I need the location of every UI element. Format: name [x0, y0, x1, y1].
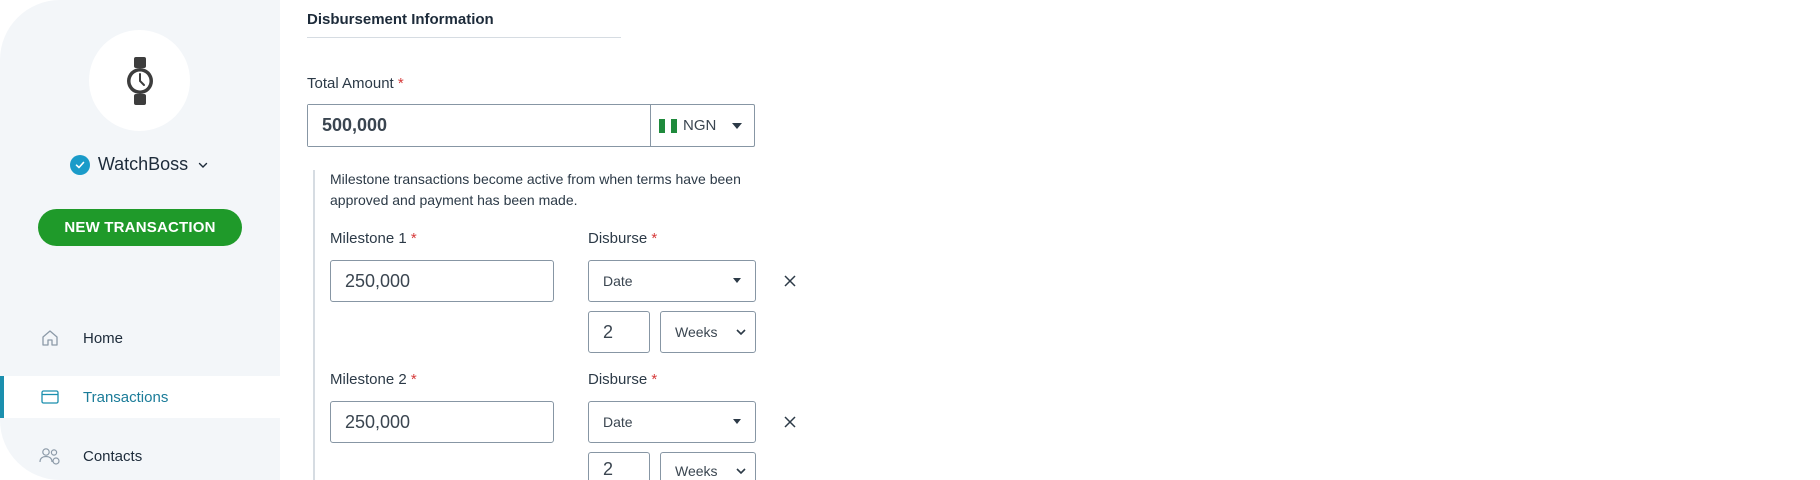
section-title: Disbursement Information [307, 11, 494, 28]
milestone-1-duration-unit-select[interactable]: Weeks [660, 311, 756, 353]
sidebar-item-label: Transactions [83, 388, 169, 406]
milestone-1-duration-input[interactable]: 2 [588, 311, 650, 353]
sidebar-item-label: Contacts [83, 447, 143, 465]
remove-milestone-1-icon[interactable] [782, 273, 798, 289]
milestone-2-disburse-label: Disburse * [588, 371, 658, 388]
milestone-2-disburse-type-select[interactable]: Date [588, 401, 756, 443]
chevron-down-icon [196, 158, 210, 172]
watch-icon [126, 56, 153, 105]
caret-down-icon [733, 419, 741, 424]
new-transaction-button[interactable]: NEW TRANSACTION [38, 209, 242, 246]
milestone-2-duration-unit-select[interactable]: Weeks [660, 452, 756, 480]
caret-down-icon [733, 278, 741, 283]
account-switcher[interactable]: WatchBoss [0, 154, 280, 175]
milestone-1-disburse-type-select[interactable]: Date [588, 260, 756, 302]
milestone-1-amount-input[interactable]: 250,000 [330, 260, 554, 302]
section-divider [307, 37, 621, 38]
chevron-down-icon [736, 468, 746, 475]
milestone-1-disburse-label: Disburse * [588, 230, 658, 247]
sidebar-item-transactions[interactable]: Transactions [0, 376, 280, 418]
milestone-1-label: Milestone 1 * [330, 230, 417, 247]
verified-check-icon [69, 154, 90, 175]
total-amount-label: Total Amount * [307, 75, 404, 92]
milestone-2-amount-input[interactable]: 250,000 [330, 401, 554, 443]
nigeria-flag-icon [659, 118, 677, 133]
transactions-icon [38, 385, 62, 409]
sidebar-item-home[interactable]: Home [0, 317, 280, 359]
sidebar-item-contacts[interactable]: Contacts [0, 435, 280, 477]
home-icon [38, 326, 62, 350]
account-name: WatchBoss [97, 154, 189, 174]
chevron-down-icon [736, 329, 746, 336]
currency-code: NGN [683, 117, 717, 134]
currency-select[interactable]: NGN [651, 105, 754, 146]
account-avatar[interactable] [89, 30, 190, 131]
milestone-note: Milestone transactions become active fro… [330, 171, 741, 208]
total-amount-input[interactable] [308, 105, 651, 146]
sidebar: WatchBoss NEW TRANSACTION Home Transacti… [0, 0, 280, 480]
milestone-2-duration-input[interactable]: 2 [588, 452, 650, 480]
remove-milestone-2-icon[interactable] [782, 414, 798, 430]
milestone-2-label: Milestone 2 * [330, 371, 417, 388]
contacts-icon [38, 444, 62, 468]
total-amount-group: NGN [307, 104, 755, 147]
active-indicator [0, 376, 4, 418]
caret-down-icon [732, 122, 743, 129]
sidebar-item-label: Home [83, 329, 124, 347]
